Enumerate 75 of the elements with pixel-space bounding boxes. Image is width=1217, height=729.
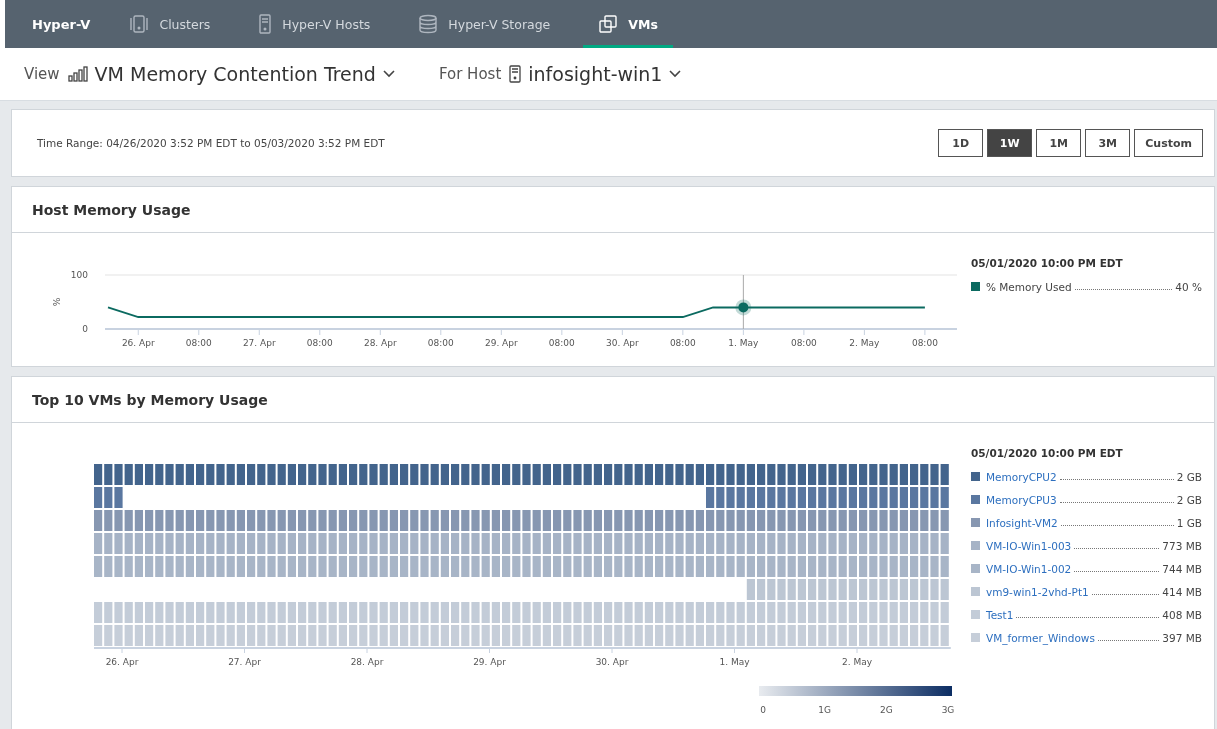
x-tick-label: 27. Apr: [228, 657, 261, 667]
y-tick-label: 100: [70, 270, 88, 280]
crosshair-line: [742, 274, 744, 330]
legend-value: 40 %: [1175, 280, 1202, 293]
vm-link[interactable]: VM_former_Windows: [986, 631, 1095, 644]
vms-icon: [598, 14, 619, 34]
panel-title: Top 10 VMs by Memory Usage: [12, 377, 1214, 423]
legend-value: 744 MB: [1162, 562, 1202, 575]
legend-value: 408 MB: [1162, 608, 1202, 621]
x-tick-label: 29. Apr: [484, 338, 518, 348]
legend-value: 2 GB: [1176, 470, 1202, 483]
scale-label: 0: [760, 705, 766, 715]
y-tick-label: 0: [82, 324, 88, 334]
range-button[interactable]: Custom: [1134, 129, 1203, 157]
view-label: View: [24, 65, 60, 83]
x-tick-label: 29. Apr: [473, 657, 506, 667]
bar-chart-icon: [67, 66, 88, 82]
nav-tab[interactable]: Hyper-V Hosts: [243, 0, 386, 48]
x-tick-label: 26. Apr: [105, 657, 139, 667]
nav-tab[interactable]: VMs: [583, 0, 673, 48]
legend-value: 2 GB: [1176, 493, 1202, 506]
hover-marker: [735, 299, 752, 316]
x-tick-label: 27. Apr: [242, 338, 276, 348]
x-tick-label: 08:00: [185, 338, 212, 348]
view-dropdown[interactable]: VM Memory Contention Trend: [67, 63, 395, 85]
x-tick-label: 30. Apr: [595, 657, 629, 667]
server-icon: [509, 65, 522, 83]
vm-link[interactable]: Test1: [986, 608, 1014, 621]
range-button[interactable]: 1W: [987, 129, 1033, 157]
scale-label: 2G: [880, 705, 893, 715]
legend-value: 773 MB: [1162, 539, 1202, 552]
x-tick-label: 08:00: [911, 338, 938, 348]
y-axis-label: %: [52, 297, 62, 307]
x-tick-label: 08:00: [669, 338, 696, 348]
x-tick-label: 28. Apr: [363, 338, 397, 348]
x-tick-label: 08:00: [427, 338, 454, 348]
legend-value: 414 MB: [1162, 585, 1202, 598]
cluster-icon: [129, 14, 150, 34]
vm-link[interactable]: VM-IO-Win1-002: [986, 562, 1072, 575]
x-tick-label: 1. May: [719, 657, 750, 667]
vm-link[interactable]: Infosight-VM2: [986, 516, 1058, 529]
x-tick-label: 08:00: [306, 338, 333, 348]
x-tick-label: 1. May: [728, 338, 759, 348]
range-button[interactable]: 1M: [1036, 129, 1082, 157]
vm-link[interactable]: MemoryCPU2: [986, 470, 1057, 483]
legend-label: % Memory Used: [986, 280, 1072, 293]
legend-title: 05/01/2020 10:00 PM EDT: [971, 447, 1124, 459]
x-tick-label: 08:00: [548, 338, 575, 348]
x-tick-label: 2. May: [849, 338, 880, 348]
time-range-text: Time Range: 04/26/2020 3:52 PM EDT to 05/03/2020 3:52 PM EDT: [37, 137, 385, 149]
x-tick-label: 26. Apr: [121, 338, 155, 348]
vm-link[interactable]: MemoryCPU3: [986, 493, 1057, 506]
x-tick-label: 2. May: [841, 657, 873, 667]
host-label: For Host: [438, 65, 502, 83]
vm-link[interactable]: VM-IO-Win1-003: [986, 539, 1072, 552]
host-dropdown[interactable]: infosight-win1: [509, 63, 682, 85]
nav-tab[interactable]: Hyper-V Storage: [403, 0, 566, 48]
scale-label: 1G: [818, 705, 831, 715]
x-tick-label: 08:00: [790, 338, 817, 348]
brand-title: Hyper-V: [31, 15, 92, 34]
chevron-down-icon: [669, 70, 682, 78]
vm-link[interactable]: vm9-win1-2vhd-Pt1: [986, 585, 1089, 598]
scale-label: 3G: [941, 705, 955, 715]
nav-tab[interactable]: Clusters: [114, 0, 226, 48]
legend-title: 05/01/2020 10:00 PM EDT: [971, 257, 1124, 269]
legend-value: 397 MB: [1162, 631, 1202, 644]
x-tick-label: 28. Apr: [350, 657, 384, 667]
database-icon: [418, 14, 439, 34]
range-button[interactable]: 3M: [1085, 129, 1131, 157]
server-icon: [258, 14, 273, 34]
legend-value: 1 GB: [1176, 516, 1202, 529]
panel-title: Host Memory Usage: [12, 187, 1214, 233]
chevron-down-icon: [382, 70, 395, 78]
x-tick-label: 30. Apr: [605, 338, 639, 348]
range-button[interactable]: 1D: [938, 129, 984, 157]
